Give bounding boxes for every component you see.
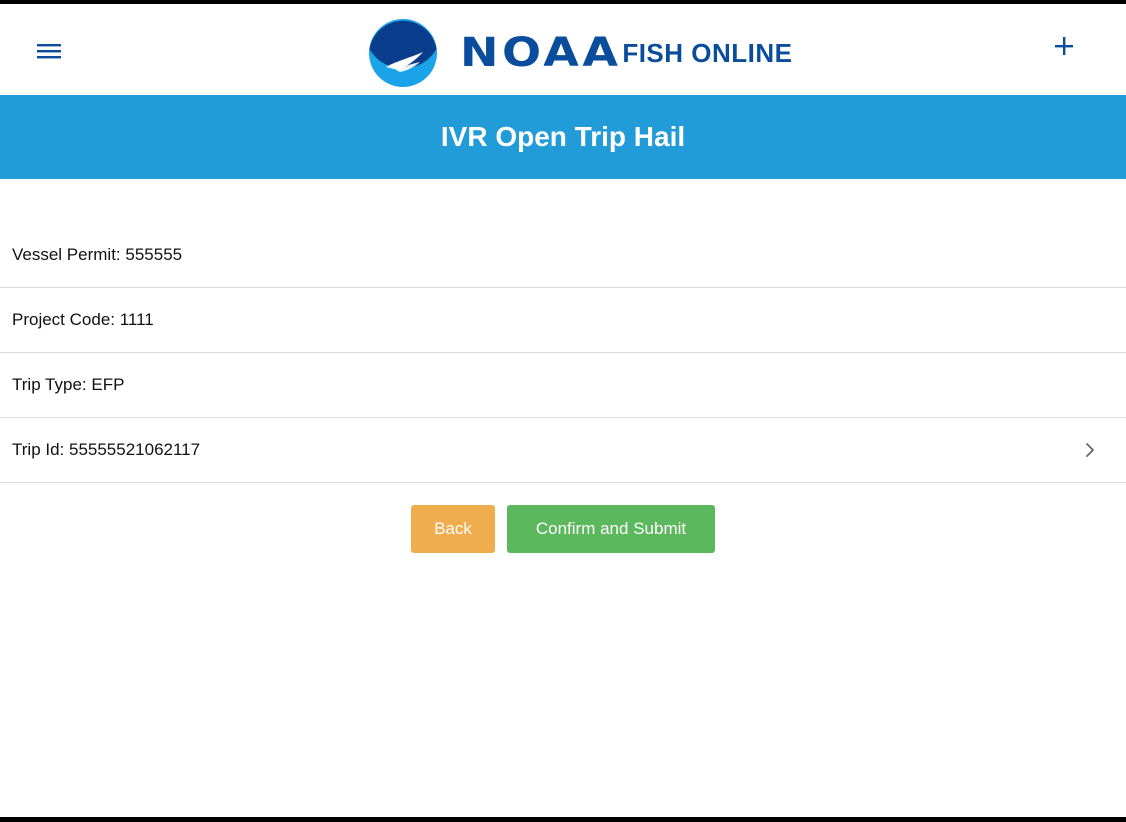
trip-id-text: Trip Id: 55555521062117 (12, 440, 201, 459)
bottom-border (0, 817, 1126, 822)
hamburger-menu-icon[interactable] (36, 38, 62, 64)
brand-subtitle: FISH ONLINE (622, 38, 793, 68)
noaa-fish-online-logo: NOAA FISH ONLINE (368, 17, 793, 89)
page-title: IVR Open Trip Hail (440, 121, 686, 152)
plus-icon[interactable] (1050, 32, 1078, 60)
project-code-row: Project Code: 1111 (0, 288, 1126, 353)
noaa-emblem-icon (369, 19, 437, 87)
confirm-and-submit-button[interactable]: Confirm and Submit (507, 505, 715, 553)
form-actions: Back Confirm and Submit (0, 505, 1126, 553)
chevron-right-icon (1086, 443, 1094, 457)
brand-wordmark: NOAA (460, 30, 622, 76)
trip-details-list: Vessel Permit: 555555 Project Code: 1111… (0, 222, 1126, 483)
trip-type-text: Trip Type: EFP (12, 375, 125, 394)
vessel-permit-row: Vessel Permit: 555555 (0, 222, 1126, 288)
app-frame: NOAA FISH ONLINE IVR Open Trip Hail Vess… (0, 0, 1126, 822)
back-button[interactable]: Back (411, 505, 495, 553)
project-code-text: Project Code: 1111 (12, 310, 154, 329)
vessel-permit-text: Vessel Permit: 555555 (12, 244, 183, 264)
page-title-bar: IVR Open Trip Hail (0, 95, 1126, 179)
top-navigation-bar: NOAA FISH ONLINE (0, 4, 1126, 95)
trip-id-row[interactable]: Trip Id: 55555521062117 (0, 418, 1126, 483)
trip-type-row: Trip Type: EFP (0, 353, 1126, 418)
